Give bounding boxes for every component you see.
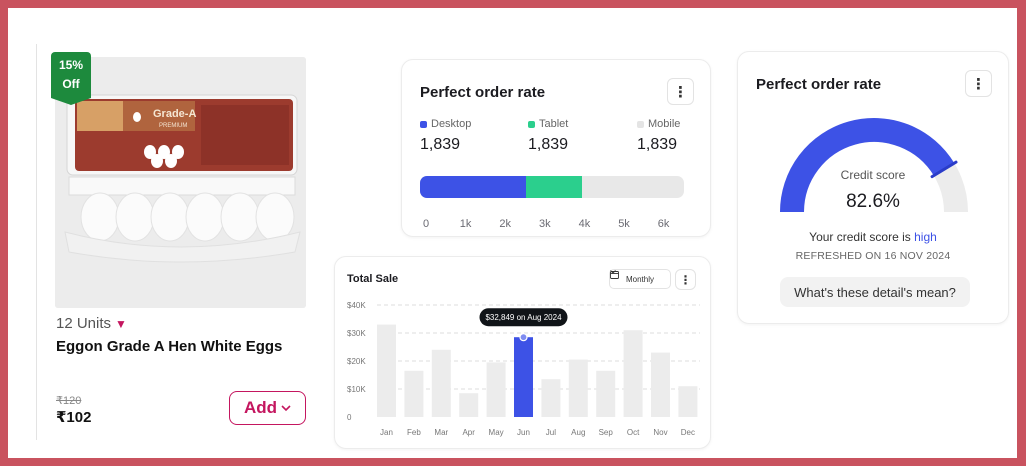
x-tick-label: Jul — [546, 428, 556, 437]
y-tick-label: $10K — [347, 385, 366, 394]
status-highlight: high — [914, 230, 937, 244]
bar — [431, 349, 451, 417]
y-tick-label: $40K — [347, 301, 366, 310]
more-options-button[interactable]: ⋮ — [667, 78, 694, 105]
dashboard-canvas: Grade-A PREMIUM 15% Off 12 Units ▼ Eggon… — [8, 8, 1017, 458]
sales-bar-chart: 0 $10K $20K $30K $40K Jan Feb Mar Apr May Jun $32,8… — [347, 301, 700, 437]
discount-percent: 15% — [58, 58, 84, 72]
status-prefix: Your credit score is — [809, 230, 911, 244]
add-button-label: Add — [243, 398, 278, 417]
product-card[interactable]: Grade-A PREMIUM 15% Off 12 Units ▼ Eggon… — [36, 44, 306, 440]
chevron-down-icon: ▼ — [115, 317, 127, 331]
stat-value: 1,839 — [528, 136, 569, 153]
refresh-timestamp: REFRESHED ON 16 NOV 2024 — [795, 250, 951, 262]
bar — [514, 337, 533, 417]
original-price: ₹120 — [56, 395, 82, 407]
kebab-icon: ⋮ — [971, 75, 986, 93]
x-tick-label: Apr — [462, 428, 475, 437]
unit-selector[interactable]: 12 Units ▼ — [56, 315, 127, 332]
highlight-dot — [519, 333, 528, 342]
stat-desktop: Desktop 1,839 — [420, 118, 471, 154]
stat-mobile: Mobile 1,839 — [637, 118, 680, 154]
product-image[interactable]: Grade-A PREMIUM — [55, 57, 306, 308]
x-tick-label: Dec — [681, 428, 695, 437]
product-name: Eggon Grade A Hen White Eggs — [56, 338, 283, 355]
stat-label: Desktop — [431, 118, 472, 130]
axis-tick-label: 6k — [657, 218, 670, 230]
legend-swatch — [528, 120, 535, 128]
x-tick-label: Jan — [380, 428, 393, 437]
box-sub-text: PREMIUM — [159, 123, 187, 129]
stacked-progress-bar — [420, 176, 684, 198]
legend-swatch — [420, 120, 427, 128]
stat-label: Tablet — [539, 118, 569, 130]
box-grade-text: Grade-A — [153, 108, 196, 120]
bar — [623, 330, 643, 417]
axis-tick-label: 0 — [422, 218, 430, 230]
bar — [651, 352, 670, 417]
chevron-down-icon — [281, 404, 291, 411]
axis-tick-label: 5k — [618, 218, 630, 230]
more-options-button[interactable]: ⋮ — [965, 70, 992, 97]
x-tick-label: Jun — [517, 428, 530, 437]
order-rate-card: Perfect order rate ⋮ Desktop 1,839 Table… — [401, 59, 711, 237]
y-tick-label: $20K — [347, 357, 366, 366]
bar — [541, 379, 561, 417]
tablet-segment — [525, 176, 583, 198]
stat-tablet: Tablet 1,839 — [528, 118, 568, 154]
add-to-cart-button[interactable]: Add — [229, 391, 306, 425]
bar — [678, 386, 698, 417]
bar — [404, 370, 424, 417]
card-title: Perfect order rate — [756, 76, 882, 93]
credit-score-card: Perfect order rate ⋮ Credit score 82.6% … — [737, 51, 1009, 324]
sale-price: ₹102 — [56, 409, 92, 426]
desktop-segment — [420, 176, 526, 198]
discount-off-label: Off — [62, 77, 80, 91]
x-tick-label: Oct — [627, 428, 640, 437]
stat-value: 1,839 — [637, 136, 678, 153]
x-tick-label: May — [489, 428, 504, 437]
credit-score-status: Your credit score is high — [738, 230, 1008, 244]
bar — [596, 370, 616, 417]
x-tick-label: Nov — [653, 428, 667, 437]
bar — [568, 359, 588, 417]
axis-tick-label: 1k — [459, 218, 472, 230]
stat-label: Mobile — [648, 118, 681, 130]
total-sale-card: Total Sale Monthly ⋮ 0 $10K $20K $30K $40K Ja… — [334, 256, 711, 449]
axis-tick-label: 4k — [578, 218, 591, 230]
bar — [377, 324, 396, 417]
x-tick-label: Aug — [571, 428, 585, 437]
bar — [486, 362, 506, 417]
y-tick-label: $30K — [347, 329, 366, 338]
bar — [459, 393, 479, 417]
axis-tick-label: 2k — [499, 218, 511, 230]
units-label: 12 Units — [56, 315, 112, 332]
x-tick-label: Feb — [407, 428, 421, 437]
y-tick-label: 0 — [347, 413, 352, 422]
egg-tray-illustration: Grade-A PREMIUM — [55, 57, 306, 308]
credit-score-label: Credit score — [840, 168, 906, 182]
x-tick-label: Sep — [599, 428, 614, 437]
kebab-icon: ⋮ — [673, 83, 688, 101]
legend-swatch — [637, 120, 644, 128]
tooltip-text: $32,849 on Aug 2024 — [485, 313, 562, 322]
axis-tick-label: 3k — [538, 218, 551, 230]
details-button[interactable]: What's these detail's mean? — [780, 277, 970, 307]
card-title: Perfect order rate — [420, 84, 546, 101]
discount-badge: 15% Off — [51, 52, 91, 105]
credit-score-value: 82.6% — [846, 191, 900, 212]
x-tick-label: Mar — [434, 428, 448, 437]
stat-value: 1,839 — [420, 136, 461, 153]
